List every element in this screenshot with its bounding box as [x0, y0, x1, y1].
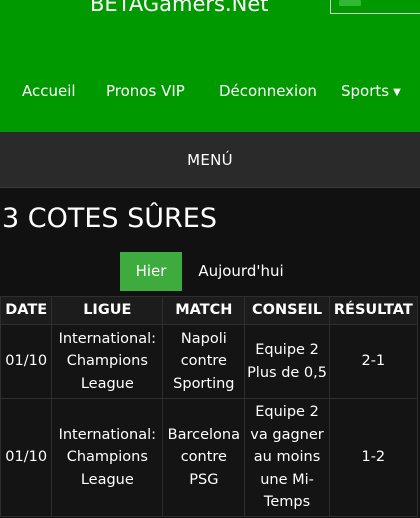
cell-ligue: International: Champions League: [51, 324, 164, 399]
cell-ligue: International: Champions League: [51, 398, 164, 517]
tab-hier[interactable]: Hier: [120, 252, 182, 291]
site-title[interactable]: BETAGamers.Net: [90, 0, 269, 16]
nav-item-sports[interactable]: Sports ▼: [341, 82, 401, 100]
header-badge[interactable]: [330, 0, 420, 14]
main-nav: Accueil Pronos VIP Déconnexion Sports ▼: [0, 82, 420, 104]
badge-icon: [339, 0, 361, 6]
menu-label: MENÚ: [187, 150, 233, 169]
menu-toggle[interactable]: MENÚ: [0, 132, 420, 188]
cell-date: 01/10: [0, 398, 53, 517]
cell-match: Barcelona contre PSG: [162, 398, 246, 517]
table-row: 01/10 International: Champions League Na…: [0, 324, 419, 399]
header-match: MATCH: [162, 296, 246, 325]
cell-conseil: Equipe 2 va gagner au moins une Mi-Temps: [244, 398, 330, 517]
nav-item-deconnexion[interactable]: Déconnexion: [219, 82, 317, 100]
nav-item-sports-label: Sports: [341, 82, 390, 100]
header-resultat: RÉSULTAT: [328, 296, 419, 325]
results-table: DATE LIGUE MATCH CONSEIL RÉSULTAT 01/10 …: [0, 296, 419, 517]
page-title: 3 COTES SÛRES: [2, 203, 217, 234]
table-header-row: DATE LIGUE MATCH CONSEIL RÉSULTAT: [0, 296, 419, 325]
nav-item-pronos-vip[interactable]: Pronos VIP: [106, 82, 185, 100]
header-conseil: CONSEIL: [244, 296, 330, 325]
header-ligue: LIGUE: [51, 296, 164, 325]
tab-aujourdhui[interactable]: Aujourd'hui: [192, 252, 290, 291]
header-date: DATE: [0, 296, 53, 325]
nav-item-accueil[interactable]: Accueil: [22, 82, 76, 100]
caret-down-icon: ▼: [393, 87, 401, 98]
cell-resultat: 1-2: [328, 398, 419, 517]
cell-conseil: Equipe 2 Plus de 0,5: [244, 324, 330, 399]
cell-match: Napoli contre Sporting: [162, 324, 246, 399]
site-header: BETAGamers.Net Accueil Pronos VIP Déconn…: [0, 0, 420, 132]
cell-date: 01/10: [0, 324, 53, 399]
cell-resultat: 2-1: [328, 324, 419, 399]
table-row: 01/10 International: Champions League Ba…: [0, 398, 419, 517]
